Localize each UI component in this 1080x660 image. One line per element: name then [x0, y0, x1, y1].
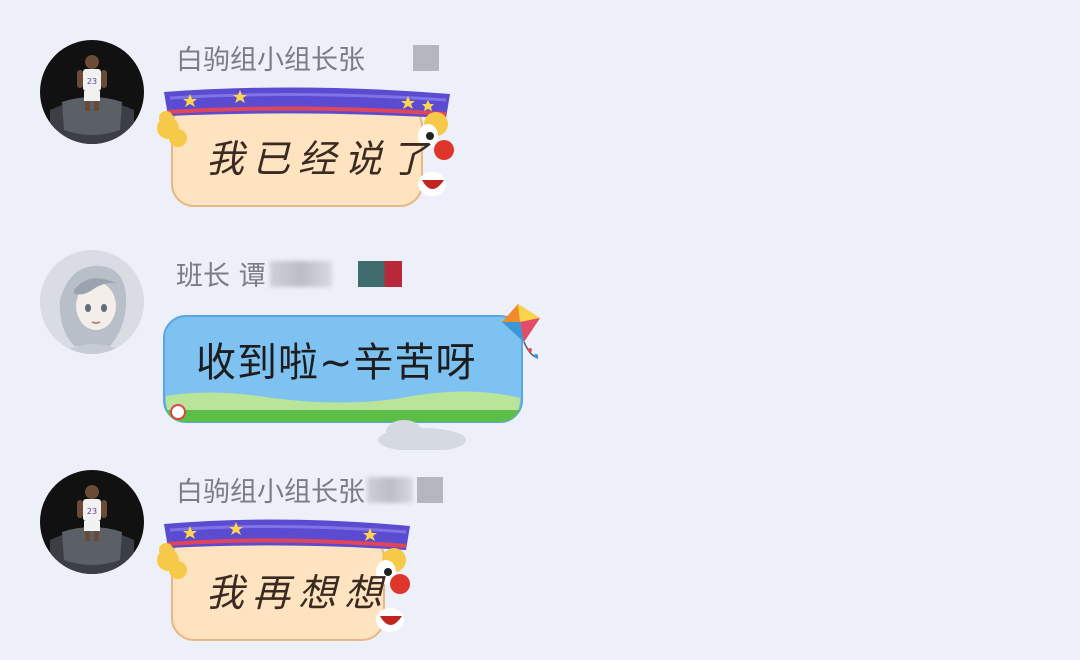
sender-name-text: 班长 谭 — [176, 261, 266, 292]
basketball-player-icon: 23 — [40, 470, 144, 574]
sender-name: 白驹组小组长张 — [176, 38, 439, 77]
avatar[interactable] — [40, 250, 144, 354]
redacted-block — [269, 260, 332, 287]
message-bubble[interactable]: 我已经说了 — [150, 84, 460, 214]
basketball-player-icon: 23 — [40, 40, 144, 144]
sender-name: 白驹组小组长张 — [176, 470, 443, 509]
message-text: 我已经说了 — [206, 137, 437, 181]
message-text: 收到啦~辛苦呀 — [196, 340, 477, 386]
svg-text:23: 23 — [87, 77, 97, 86]
sender-name-text: 白驹组小组长张 — [176, 477, 365, 508]
sender-name: 班长 谭 — [176, 254, 402, 293]
sender-name-text: 白驹组小组长张 — [176, 45, 365, 76]
message-bubble[interactable]: 我再想想 — [150, 516, 420, 650]
message-text: 我再想想 — [206, 571, 391, 615]
redacted-block — [417, 476, 443, 503]
svg-text:23: 23 — [87, 507, 97, 516]
avatar[interactable]: 23 — [40, 470, 144, 574]
avatar[interactable]: 23 — [40, 40, 144, 144]
redacted-color-block — [357, 260, 402, 287]
redacted-block — [413, 44, 439, 71]
message-bubble[interactable]: 收到啦~辛苦呀 — [152, 300, 552, 454]
anime-girl-icon — [40, 250, 144, 354]
redacted-block — [367, 476, 413, 503]
